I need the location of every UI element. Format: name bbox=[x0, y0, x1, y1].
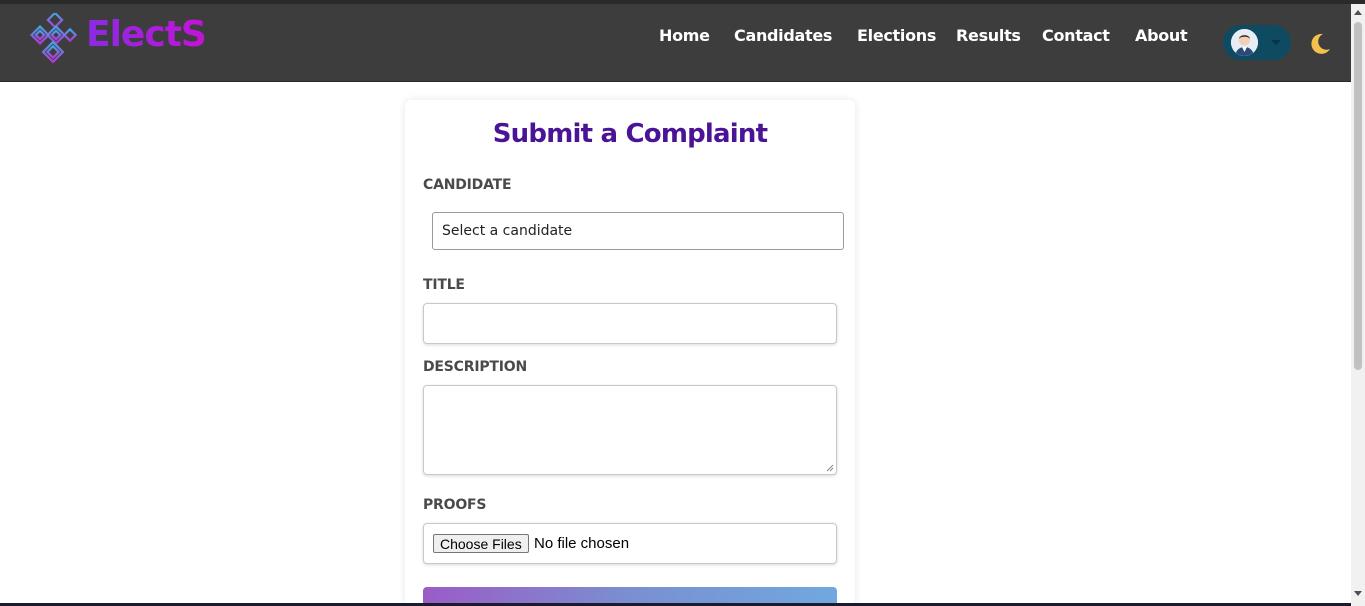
diamond-logo-icon[interactable] bbox=[30, 13, 80, 65]
scroll-thumb[interactable] bbox=[1354, 22, 1362, 370]
moon-icon[interactable] bbox=[1311, 33, 1331, 55]
candidate-select-value: Select a candidate bbox=[442, 223, 573, 239]
description-textarea[interactable] bbox=[423, 385, 837, 475]
nav-about[interactable]: About bbox=[1135, 26, 1188, 45]
complaint-form-card: Submit a Complaint CANDIDATE Select a ca… bbox=[405, 100, 855, 606]
user-avatar-icon bbox=[1231, 29, 1258, 56]
profile-menu-button[interactable] bbox=[1223, 25, 1291, 60]
brand-name[interactable]: ElectS bbox=[86, 14, 207, 55]
vertical-scrollbar[interactable] bbox=[1351, 4, 1365, 606]
file-status-text: No file chosen bbox=[534, 535, 630, 552]
nav-elections[interactable]: Elections bbox=[857, 26, 936, 45]
form-title: Submit a Complaint bbox=[492, 119, 768, 149]
chevron-down-icon bbox=[1271, 40, 1281, 45]
nav-results[interactable]: Results bbox=[956, 26, 1021, 45]
nav-contact[interactable]: Contact bbox=[1042, 26, 1110, 45]
candidate-label: CANDIDATE bbox=[423, 177, 512, 193]
scroll-down-arrow-icon[interactable] bbox=[1354, 591, 1362, 596]
scroll-up-arrow-icon[interactable] bbox=[1354, 10, 1362, 15]
navbar: ElectS Home Candidates Elections Results… bbox=[0, 4, 1351, 82]
proofs-file-input[interactable]: Choose Files No file chosen bbox=[423, 523, 837, 564]
nav-candidates[interactable]: Candidates bbox=[734, 26, 832, 45]
nav-home[interactable]: Home bbox=[659, 26, 710, 45]
resize-grip-icon[interactable] bbox=[826, 464, 834, 472]
title-label: TITLE bbox=[423, 277, 465, 293]
choose-files-button[interactable]: Choose Files bbox=[433, 534, 529, 553]
description-label: DESCRIPTION bbox=[423, 359, 527, 375]
proofs-label: PROOFS bbox=[423, 497, 487, 513]
title-input[interactable] bbox=[423, 303, 837, 344]
candidate-select[interactable]: Select a candidate bbox=[432, 212, 844, 250]
